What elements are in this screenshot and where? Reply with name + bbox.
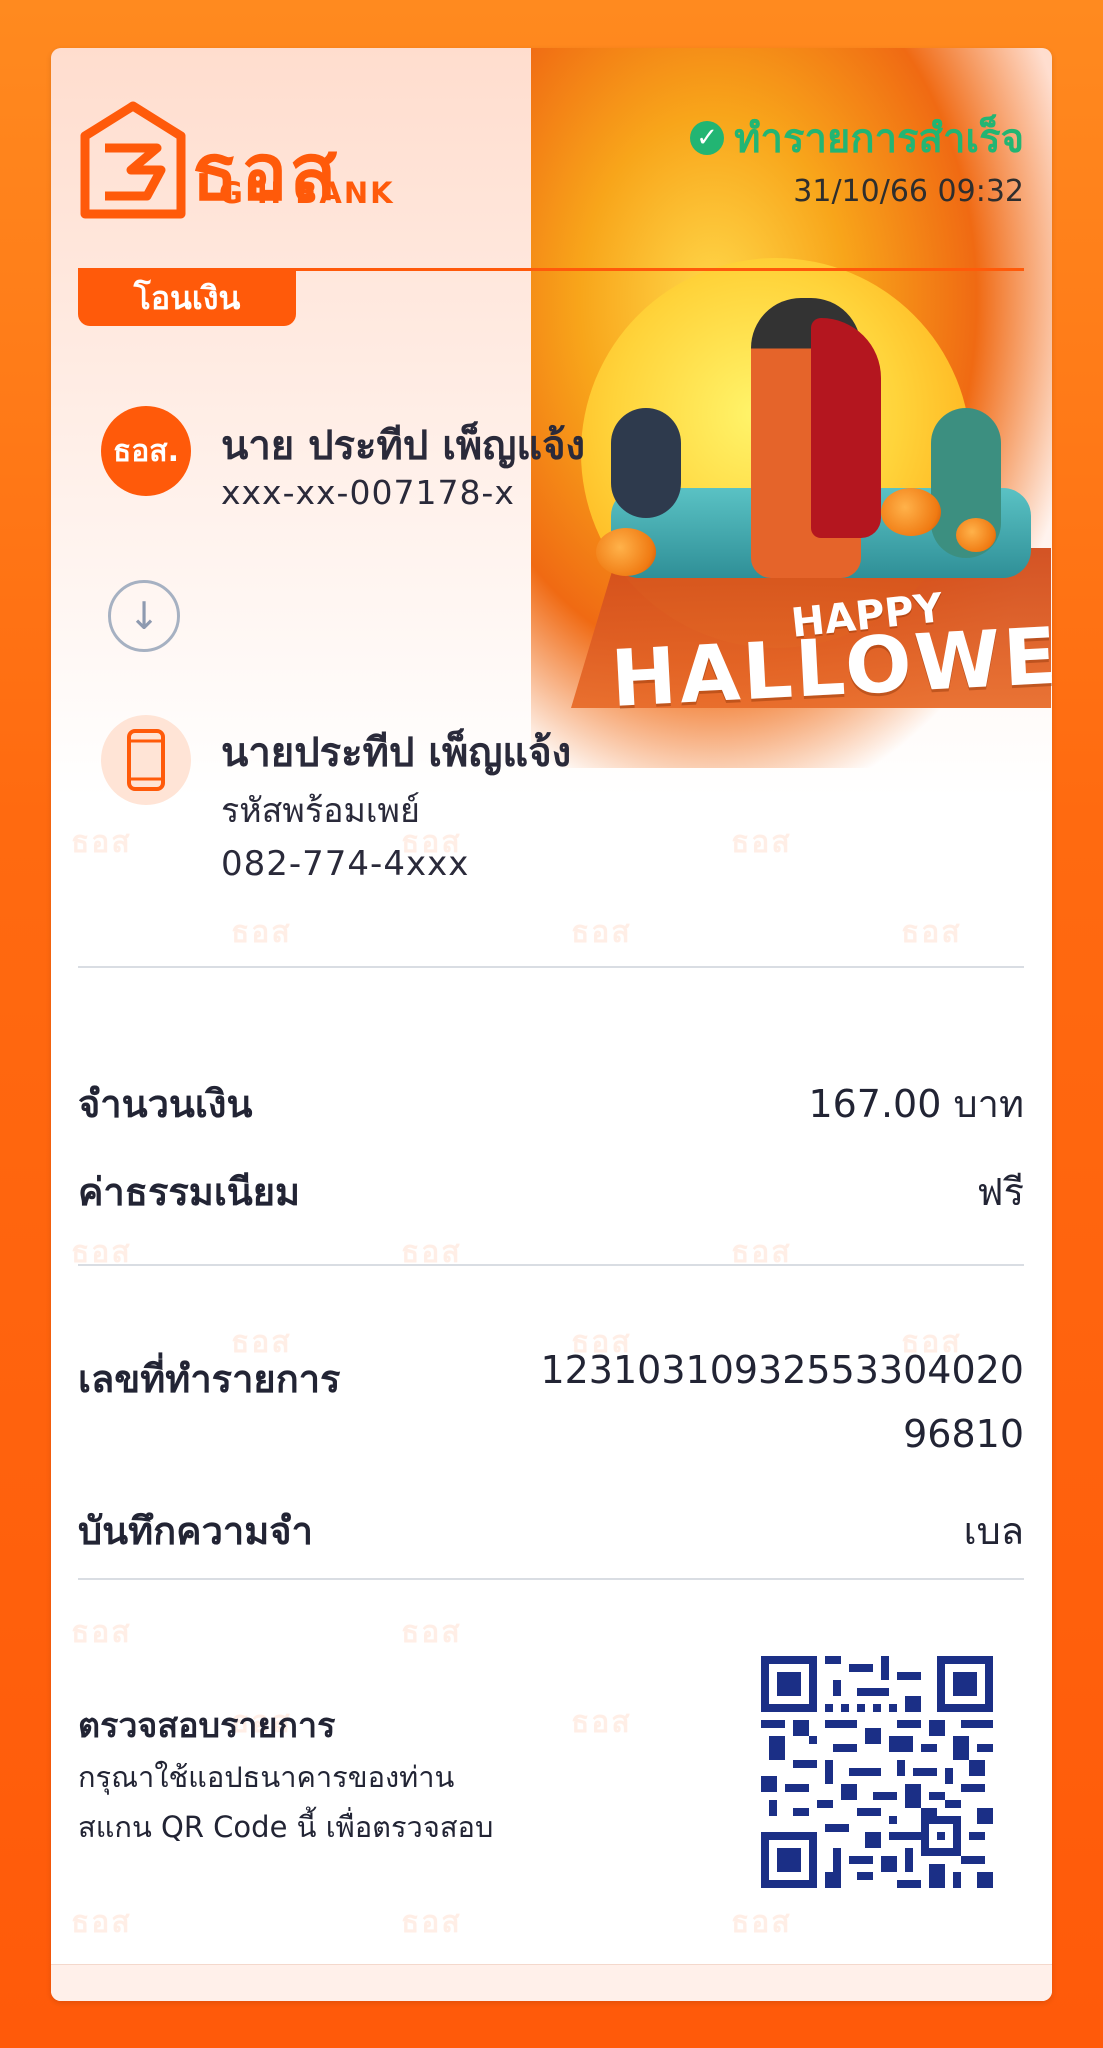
memo-label: บันทึกความจำ <box>78 1509 313 1553</box>
logo-english-text: G H BANK <box>219 176 395 210</box>
fee-value: ฟรี <box>976 1170 1024 1214</box>
verify-title: ตรวจสอบรายการ <box>78 1706 336 1746</box>
pumpkin-icon <box>596 528 656 576</box>
watermark-logo: ธอส <box>401 1905 462 1940</box>
sender-name: นาย ประทีป เพ็ญแจ้ง <box>221 423 586 469</box>
guest-left-figure <box>611 408 681 518</box>
transaction-datetime: 31/10/66 09:32 <box>793 174 1024 209</box>
pumpkin-icon <box>881 488 941 536</box>
watermark-logo: ธอส <box>731 825 792 860</box>
phone-icon <box>127 729 165 791</box>
verify-instruction-2: สแกน QR Code นี้ เพื่อตรวจสอบ <box>78 1810 494 1844</box>
check-circle-icon: ✓ <box>690 121 725 155</box>
amount-value: 167.00 บาท <box>808 1082 1024 1126</box>
arrow-down-icon: ↓ <box>108 580 180 652</box>
slip-card: HAPPY HALLOWEEN ธอส G H BANK ✓ ทำรายการส… <box>51 48 1052 2001</box>
reference-value-line2: 96810 <box>903 1412 1024 1456</box>
memo-value: เบล <box>963 1509 1024 1553</box>
sender-bank-avatar: ธอส. <box>101 406 191 496</box>
watermark-logo: ธอส <box>731 1905 792 1940</box>
watermark-logo: ธอส <box>71 1615 132 1650</box>
status-success: ✓ ทำรายการสำเร็จ <box>690 106 1024 170</box>
section-divider <box>78 966 1024 968</box>
transaction-type-tag: โอนเงิน <box>78 270 296 326</box>
watermark-logo: ธอส <box>71 1905 132 1940</box>
card-footer-band <box>51 1964 1052 2001</box>
reference-value-line1: 12310310932553304020 <box>540 1348 1024 1392</box>
amount-label: จำนวนเงิน <box>78 1082 253 1126</box>
receiver-name: นายประทีป เพ็ญแจ้ง <box>221 730 572 776</box>
receiver-type: รหัสพร้อมเพย์ <box>221 791 420 831</box>
watermark-logo: ธอส <box>571 1705 632 1740</box>
watermark-logo: ธอส <box>401 825 462 860</box>
sender-account: xxx-xx-007178-x <box>221 473 515 512</box>
watermark-logo: ธอส <box>231 915 292 950</box>
verify-instruction-1: กรุณาใช้แอปธนาคารของท่าน <box>78 1760 455 1794</box>
reference-label: เลขที่ทำรายการ <box>78 1357 341 1401</box>
receiver-avatar <box>101 715 191 805</box>
section-divider <box>78 1578 1024 1580</box>
watermark-logo: ธอส <box>401 1615 462 1650</box>
section-divider <box>78 1264 1024 1266</box>
cape-graphic <box>811 318 881 538</box>
fee-label: ค่าธรรมเนียม <box>78 1170 301 1214</box>
logo-thai-text: ธอส <box>191 128 340 218</box>
watermark-logo: ธอส <box>71 825 132 860</box>
qr-code[interactable] <box>761 1656 993 1888</box>
pumpkin-icon <box>956 518 996 552</box>
watermark-logo: ธอส <box>901 915 962 950</box>
watermark-logo: ธอส <box>571 915 632 950</box>
status-text: ทำรายการสำเร็จ <box>734 116 1024 162</box>
